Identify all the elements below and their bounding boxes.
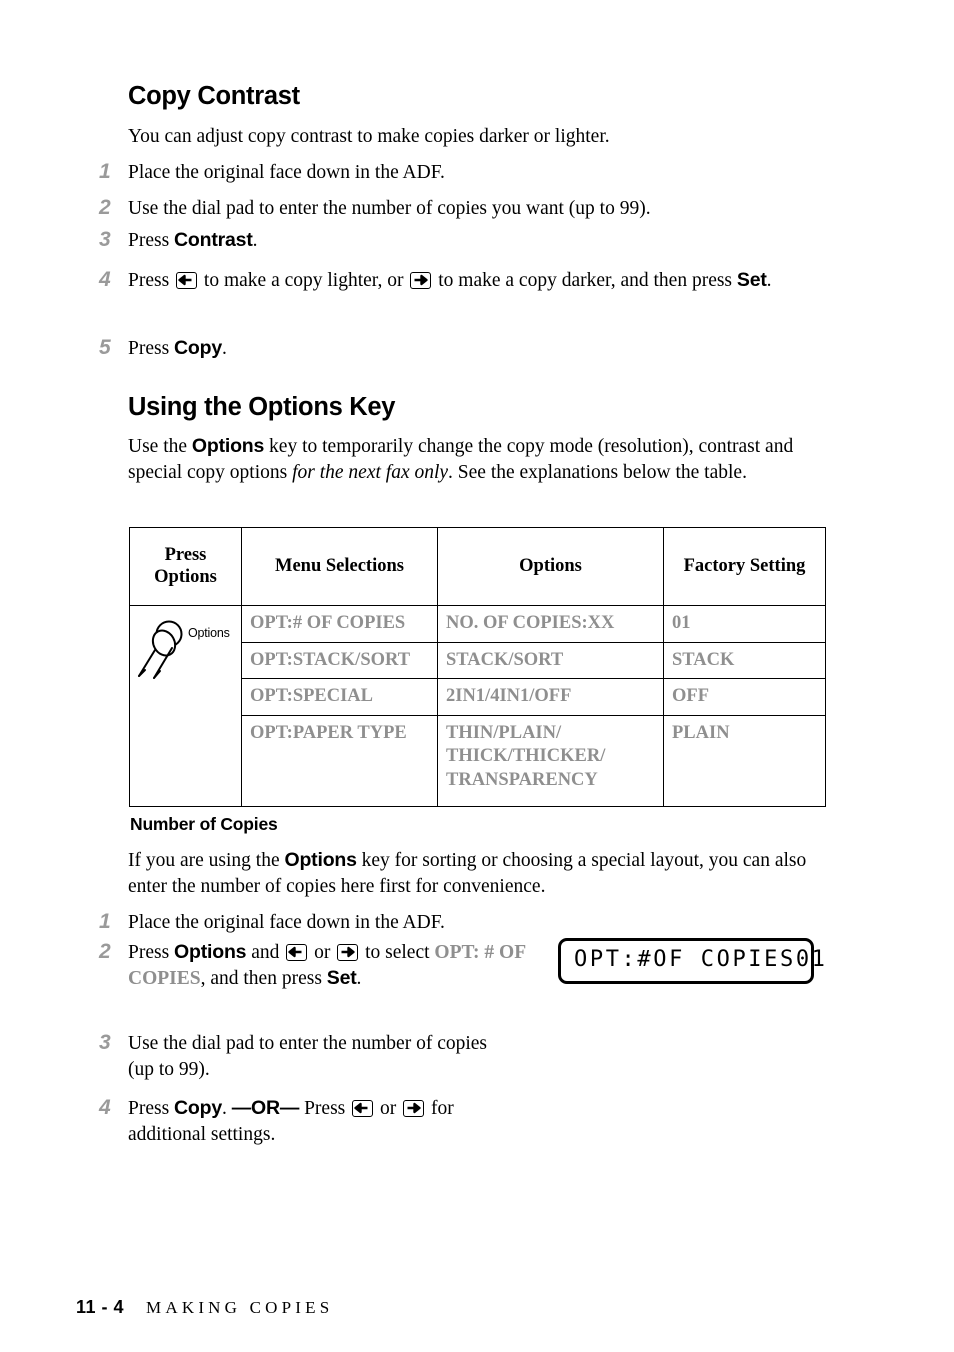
cell-options: 2IN1/4IN1/OFF [437,678,664,716]
right-arrow-key-icon [403,1100,425,1117]
step-number: 5 [99,336,111,359]
step-text: Press to make a copy lighter, or to make… [128,268,828,294]
step-number: 4 [99,1096,111,1119]
step-text: Use the dial pad to enter the number of … [128,1033,488,1080]
step-text: Press Contrast. [128,228,828,254]
cell-menu-selection: OPT:# OF COPIES [241,605,438,643]
step-text-pre: Press [128,338,175,359]
right-arrow-key-icon [410,272,432,289]
step-number: 1 [99,160,111,183]
page-title-using-options-key: Using the Options Key [128,393,396,421]
options-key-illustration-cell: Options [129,605,242,807]
column-header-menu-selections: Menu Selections [241,527,438,606]
lcd-display-panel: OPT:#OF COPIES01 [558,938,825,984]
step-text-fragment: . [766,270,772,291]
options-table: Press Options Menu Selections Options Fa… [129,527,826,807]
copy-contrast-intro: You can adjust copy contrast to make cop… [128,126,610,147]
step-text-fragment: or [375,1098,402,1119]
intro-fragment: If you are using the [128,850,285,871]
intro-fragment: Use the [128,436,192,457]
keyword-copy: Copy [174,337,222,359]
step-text-post: . [222,338,227,359]
step-text: Use the dial pad to enter the number of … [128,198,651,219]
cell-menu-selection: OPT:PAPER TYPE [241,714,438,807]
options-key-label: Options [188,626,230,640]
cell-menu-selection: OPT:SPECIAL [241,678,438,716]
step-number: 3 [99,1031,111,1054]
step-text-fragment: , and then press [200,967,327,989]
keyword-options: Options [284,849,357,871]
step-text-fragment: to make a copy lighter, or [199,270,409,291]
cell-factory-setting: OFF [663,678,826,716]
column-header-factory-setting: Factory Setting [663,527,826,606]
step-text-fragment: Press [299,1098,351,1119]
step-number: 3 [99,228,111,251]
step-text-fragment: Press [128,1098,175,1119]
page-footer: 11 - 4 MAKING COPIES [76,1297,333,1318]
keyword-contrast: Contrast [174,229,253,251]
column-header-press-options: Press Options [129,527,242,606]
column-header-options: Options [437,527,664,606]
step-text-fragment: to select [360,942,435,963]
intro-emphasis: for the next fax only [292,461,449,483]
step-text-fragment: or [309,942,336,963]
step-text-post: . [252,230,258,251]
step-text-fragment: . [356,967,362,989]
left-arrow-key-icon [176,272,198,289]
intro-fragment: . See the explanations below the table. [448,461,747,483]
keyword-options: Options [174,941,247,963]
step-text: Place the original face down in the ADF. [128,162,445,183]
lcd-display-text: OPT:#OF COPIES01 [574,947,828,972]
step-text-fragment: to make a copy darker, and then press [433,270,737,291]
step-text-fragment: Press [128,942,175,963]
cell-factory-setting: 01 [663,605,826,643]
sub-title-number-of-copies: Number of Copies [130,814,278,834]
footer-page-number: 11 - 4 [76,1297,125,1317]
right-arrow-key-icon [337,944,359,961]
cell-factory-setting: PLAIN [663,714,826,807]
step-text-pre: Press [128,230,175,251]
left-arrow-key-icon [286,944,308,961]
step-text: Press Copy. [128,336,828,362]
step-text-fragment: and [246,942,285,963]
step-number: 4 [99,268,111,291]
step-text-fragment: Press [128,270,175,291]
cell-options: STACK/SORT [437,641,664,679]
hand-pressing-options-key-icon: Options [136,614,240,688]
keyword-set: Set [326,966,357,989]
cell-menu-selection: OPT:STACK/SORT [241,641,438,679]
footer-chapter-name: MAKING COPIES [146,1298,334,1317]
cell-options: THIN/PLAIN/ THICK/THICKER/ TRANSPARENCY [437,714,664,807]
step-number: 1 [99,910,111,933]
or-separator-label: —OR— [231,1097,300,1119]
cell-options: NO. OF COPIES:XX [437,605,664,643]
cell-factory-setting: STACK [663,641,826,679]
step-number: 2 [99,940,111,963]
options-key-intro: Use the Options key to temporarily chang… [128,434,828,485]
keyword-copy: Copy [174,1097,222,1119]
step-text: Press Copy. —OR— Press or for additional… [128,1096,518,1147]
page-title-copy-contrast: Copy Contrast [128,82,300,110]
keyword-set: Set [736,269,767,291]
step-number: 2 [99,196,111,219]
step-text: Place the original face down in the ADF. [128,912,445,933]
number-of-copies-intro: If you are using the Options key for sor… [128,848,828,899]
keyword-options: Options [191,435,265,457]
table-row: Options OPT:# OF COPIES NO. OF COPIES:XX… [129,605,826,807]
table-header-row: Press Options Menu Selections Options Fa… [129,527,826,606]
manual-page: Copy Contrast You can adjust copy contra… [0,0,954,1352]
step-text: Press Options and or to select OPT: # OF… [128,940,528,991]
step-text-fragment: . [222,1098,232,1119]
left-arrow-key-icon [352,1100,374,1117]
